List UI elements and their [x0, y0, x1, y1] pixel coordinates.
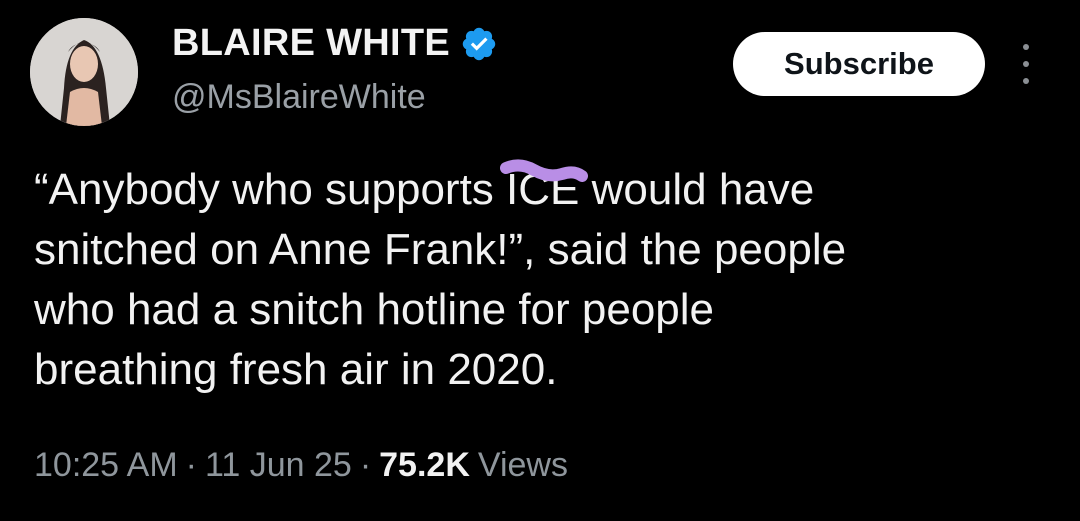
redacted-word: ICE	[500, 159, 589, 220]
avatar[interactable]	[30, 18, 138, 126]
dot	[1023, 44, 1029, 50]
views-count: 75.2K	[379, 446, 470, 484]
more-vertical-icon[interactable]	[1015, 44, 1037, 84]
tweet-text: “Anybody who supports ICE would have sni…	[34, 159, 1044, 400]
tweet-meta: 10:25 AM · 11 Jun 25 · 75.2K Views	[34, 446, 568, 485]
dot	[1023, 61, 1029, 67]
views-label: Views	[477, 446, 568, 484]
meta-separator: ·	[359, 446, 372, 484]
author-name-row: BLAIRE WHITE	[172, 22, 498, 65]
tweet-time[interactable]: 10:25 AM	[34, 446, 178, 485]
verified-badge-icon	[462, 27, 496, 60]
meta-separator: ·	[185, 446, 197, 484]
author-name[interactable]: BLAIRE WHITE	[172, 22, 450, 65]
author-handle[interactable]: @MsBlaireWhite	[172, 78, 426, 117]
tweet-date[interactable]: 11 Jun 25	[205, 446, 352, 485]
dot	[1023, 78, 1029, 84]
scribble-redaction-icon	[500, 159, 589, 182]
tweet-text-part1: “Anybody who supports	[34, 165, 507, 214]
subscribe-button[interactable]: Subscribe	[733, 32, 985, 96]
